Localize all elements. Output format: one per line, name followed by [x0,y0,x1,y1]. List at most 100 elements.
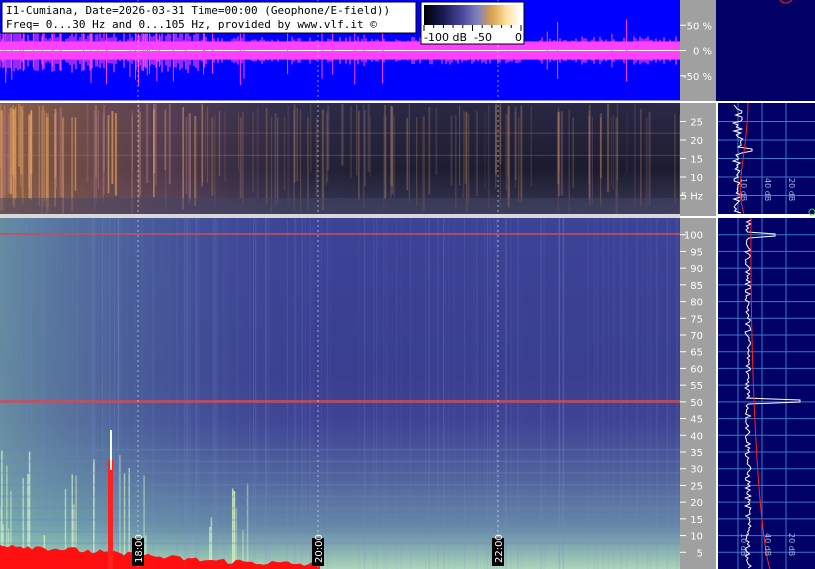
spectrum-high-tick-label: 40 dB [763,533,772,556]
spectrogram-high-streak [175,218,177,569]
spectrogram-high-streak [213,218,215,569]
spectrogram-low-streak [455,114,457,211]
spectrogram-high-streak [510,218,512,569]
spectrogram-high-streak [121,218,123,569]
spectrogram-low-streak [327,112,329,183]
spectrogram-low-streak [561,111,564,196]
spectrum-low-x-ticks: 10 dB 40 dB 20 dB [739,178,796,201]
spectrogram-high-streak [424,218,426,569]
spectrogram-low-streak [364,110,366,187]
spectrogram-high-streak [376,218,378,569]
spectrogram-high-band [0,460,680,463]
time-label: 18:00 [134,534,145,563]
spec-high-tick-label: 100 [684,231,703,242]
spectrogram-high-streak [464,218,466,569]
spectrogram-low-streak [321,109,325,210]
spectrum-low-tick-label: 20 dB [787,178,796,201]
colorbar-label-max: 0 [515,31,522,44]
spectrogram-high-streak [169,218,171,569]
spectrogram-high-streak [304,218,306,569]
spectrogram-low-streak [508,105,510,208]
spectrogram-high-streak [608,218,610,569]
spec-high-tick-label: 50 [690,398,703,409]
spec-high-tick-label: 70 [690,331,703,342]
spectrogram-low-streak [462,110,465,199]
spectrogram-low-streak [274,113,277,207]
spectrogram-high-streak [490,218,492,569]
spectrogram-low-streak [7,113,10,192]
header-title: I1-Cumiana, Date=2026-03-31 Time=00:00 (… [6,4,390,17]
spectrogram-high-streak [487,218,489,569]
spectrogram-high-streak [187,218,189,569]
spectrogram-high-streak [293,218,295,569]
spectrogram-red-spike [108,460,113,569]
spectrogram-high-streak [102,218,104,569]
spectrogram-low-streak [517,117,520,202]
spectrogram-low-streak [640,108,642,206]
spectrogram-high-streak [88,218,90,569]
spectrogram-low-streak [189,113,191,200]
spectrogram-high-streak [620,218,622,569]
spectrogram-high-burst [235,507,238,569]
spectrogram-high-streak [453,218,455,569]
spectrogram-high-streak [543,218,545,569]
spectrogram-high-streak [602,218,604,569]
spectrogram-low-streak [591,117,594,205]
spectrogram-high-streak [264,218,266,569]
spectrogram-high-band [0,483,680,486]
spectrogram-low-streak [224,111,226,183]
spectrogram-low-streak [464,111,467,184]
spectrogram-low-streak [450,115,453,186]
spectrogram-high-streak [647,218,649,569]
spec-low-tick-label: 15 [690,155,703,166]
spectrogram-high-streak [309,218,311,569]
spectrogram-low-streak [300,109,302,213]
spectrogram-high-streak [2,218,4,569]
spectrogram-low-streak [476,112,478,196]
spectrogram-high-burst [93,459,95,569]
waveform-tick-label: 50 % [687,21,712,32]
spectrogram-low-streak [393,116,396,198]
spectrum-high-tick-label: 20 dB [787,533,796,556]
spectrogram-low-band [0,132,680,134]
spectrogram-high-streak [473,218,475,569]
spectrogram-high-streak [301,218,303,569]
spectrogram-low-streak [239,117,242,199]
spectrogram-high-band [0,507,680,510]
spectrogram-low-streak [256,107,259,198]
spectrogram-low-streak [11,109,15,176]
spectrogram-low-floor [0,198,680,214]
spectrogram-low-streak [47,112,49,211]
spectrogram-low-streak [242,112,244,205]
spectrogram-low-streak [95,116,97,204]
spectrogram-high-streak [294,218,296,569]
spec-low-tick-label: 5 Hz [681,192,703,203]
spectrogram-high-streak [253,218,255,569]
spectrogram-high-band [0,530,680,533]
spectrogram-low-streak [211,117,214,196]
spectrogram-high-streak [558,218,560,569]
spectrogram-high-streak [255,218,257,569]
spectrogram-high-streak [185,218,187,569]
spectrogram-high-streak [30,218,32,569]
spectrogram-high-streak [383,218,385,569]
spectrogram-low-streak [507,114,509,177]
spectrogram-high-streak [493,218,495,569]
spectrogram-low-streak [0,104,2,168]
spectrogram-high-streak [329,218,331,569]
spectrogram-high-streak [216,218,218,569]
spectrogram-low-streak [367,104,370,172]
colorbar-label-min: -100 dB [424,31,467,44]
spectrogram-high-streak [613,218,615,569]
spectrum-high-x-ticks: 10 dB 40 dB 20 dB [739,533,796,556]
spectrogram-high-streak [212,218,214,569]
spectrogram-high-band [0,495,680,498]
spectrogram-high-streak [183,218,185,569]
spectrogram-low-streak [428,107,431,195]
spec-high-tick-label: 55 [690,381,703,392]
spectrogram-low-streak [415,117,418,206]
spectrogram-high-streak [249,218,251,569]
spectrogram-low-streak [459,105,461,186]
spectrogram-high-streak [176,218,178,569]
spectrum-top-panel [716,0,815,101]
